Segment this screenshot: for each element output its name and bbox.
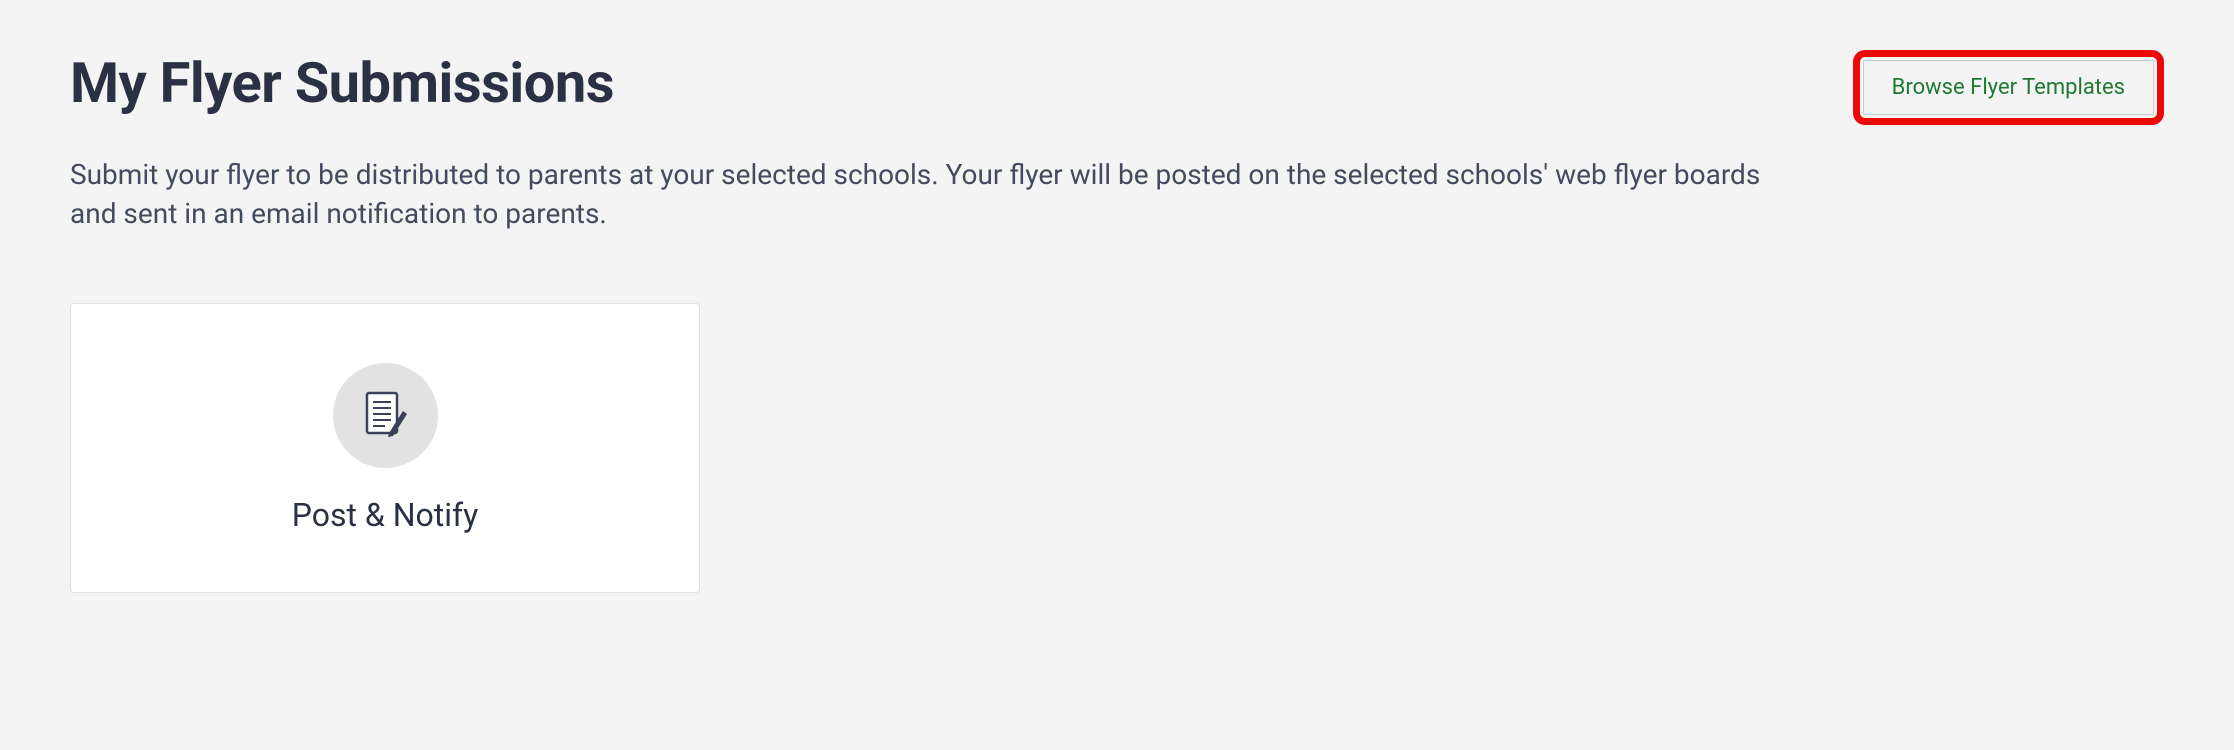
header-row: My Flyer Submissions Browse Flyer Templa… [70, 50, 2164, 125]
card-label: Post & Notify [292, 496, 479, 534]
browse-button-highlight: Browse Flyer Templates [1853, 50, 2164, 125]
browse-flyer-templates-button[interactable]: Browse Flyer Templates [1863, 60, 2154, 115]
document-pencil-icon [333, 363, 438, 468]
card-container: Post & Notify [70, 303, 2164, 593]
post-notify-card[interactable]: Post & Notify [70, 303, 700, 593]
page-title: My Flyer Submissions [70, 50, 614, 116]
page-description: Submit your flyer to be distributed to p… [70, 155, 1770, 233]
